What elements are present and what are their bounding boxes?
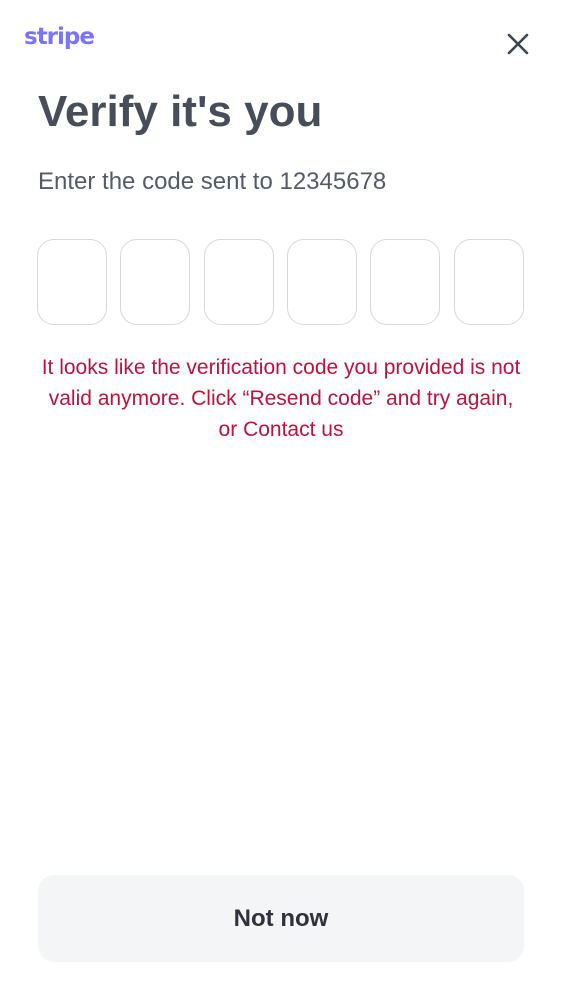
not-now-button[interactable]: Not now [38, 875, 524, 962]
otp-digit-5[interactable] [370, 239, 440, 325]
otp-digit-4[interactable] [287, 239, 357, 325]
code-sent-subtitle: Enter the code sent to 12345678 [38, 168, 387, 195]
close-icon [507, 33, 529, 55]
stripe-logo: stripe [24, 24, 95, 50]
otp-code-input [37, 239, 525, 327]
otp-digit-2[interactable] [120, 239, 190, 325]
page-title: Verify it's you [38, 87, 323, 136]
otp-digit-3[interactable] [204, 239, 274, 325]
otp-digit-1[interactable] [37, 239, 107, 325]
close-button[interactable] [500, 26, 536, 62]
header: stripe [0, 0, 562, 90]
error-message: It looks like the verification code you … [38, 352, 524, 445]
otp-digit-6[interactable] [454, 239, 524, 325]
contact-us-link[interactable]: Contact us [243, 418, 343, 441]
